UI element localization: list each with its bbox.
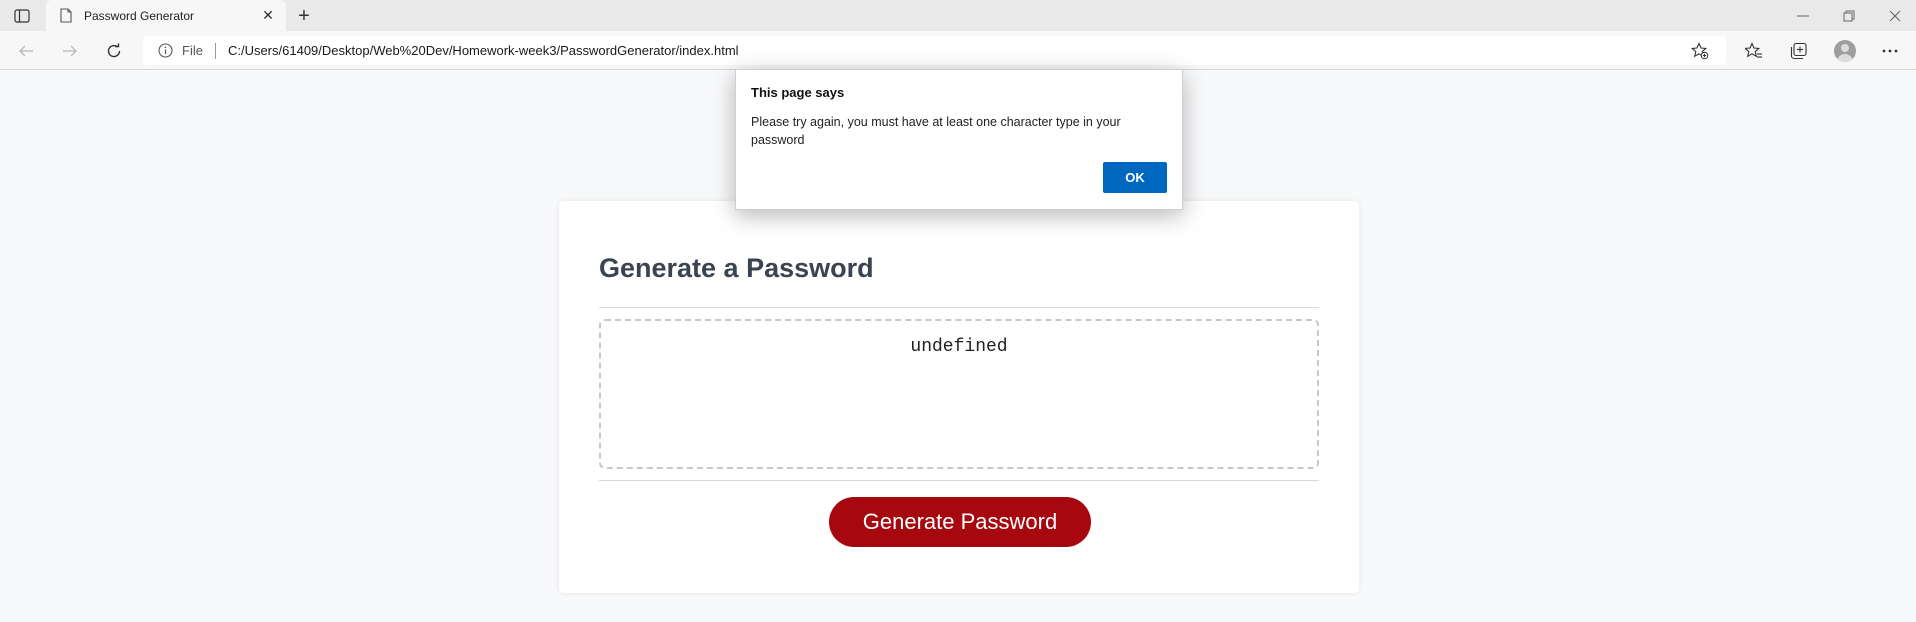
tab-strip: Password Generator ✕ + (0, 0, 1916, 31)
dialog-title: This page says (751, 85, 845, 100)
browser-toolbar: File C:/Users/61409/Desktop/Web%20Dev/Ho… (0, 31, 1916, 70)
collections-icon[interactable] (1787, 39, 1811, 63)
generate-password-button[interactable]: Generate Password (829, 497, 1091, 547)
browser-tab[interactable]: Password Generator ✕ (46, 0, 286, 31)
alert-dialog: This page says Please try again, you mus… (735, 69, 1183, 210)
back-icon[interactable] (14, 39, 38, 63)
divider-bottom (599, 480, 1319, 481)
tab-actions-icon[interactable] (12, 7, 32, 24)
url-scheme: File (182, 43, 203, 58)
restore-icon[interactable] (1826, 0, 1872, 31)
divider-top (599, 307, 1319, 308)
refresh-icon[interactable] (102, 39, 126, 63)
page-title: Generate a Password (599, 253, 874, 283)
info-icon[interactable] (157, 43, 173, 59)
more-menu-icon[interactable] (1878, 39, 1902, 63)
password-output[interactable]: undefined (599, 319, 1319, 469)
dialog-message: Please try again, you must have at least… (751, 115, 1121, 147)
page-icon (58, 8, 74, 24)
profile-avatar-icon[interactable] (1834, 40, 1856, 62)
tab-close-icon[interactable]: ✕ (258, 6, 278, 26)
add-favorite-icon[interactable] (1688, 39, 1712, 63)
tab-title: Password Generator (84, 8, 195, 23)
forward-icon[interactable] (58, 39, 82, 63)
address-bar[interactable]: File C:/Users/61409/Desktop/Web%20Dev/Ho… (143, 36, 1726, 65)
minimize-icon[interactable] (1780, 0, 1826, 31)
address-separator (214, 42, 216, 59)
close-window-icon[interactable] (1872, 0, 1916, 31)
favorites-icon[interactable] (1742, 39, 1766, 63)
url-text[interactable]: C:/Users/61409/Desktop/Web%20Dev/Homewor… (228, 43, 1688, 58)
ok-button[interactable]: OK (1103, 162, 1167, 193)
generator-card: Generate a Password undefined Generate P… (559, 201, 1359, 593)
new-tab-icon[interactable]: + (292, 5, 316, 27)
